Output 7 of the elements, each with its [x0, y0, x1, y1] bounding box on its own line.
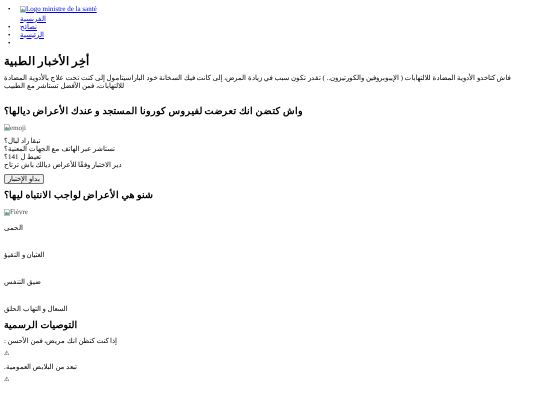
broken-image-icon	[4, 124, 10, 131]
section-heading: التوصيات الرسمية	[4, 320, 78, 332]
section-heading: أخِر الأخبار الطبية	[4, 54, 89, 68]
section-heading: شنو هي الأعراض لواجب الانتباه ليها؟	[4, 190, 153, 202]
broken-image-icon	[20, 6, 26, 12]
section-heading: واش كتضن انك تعرضت لفيروس كورونا المستجد و عندك الأعراض ديالها؟	[4, 106, 303, 118]
broken-image-icon	[4, 208, 10, 216]
